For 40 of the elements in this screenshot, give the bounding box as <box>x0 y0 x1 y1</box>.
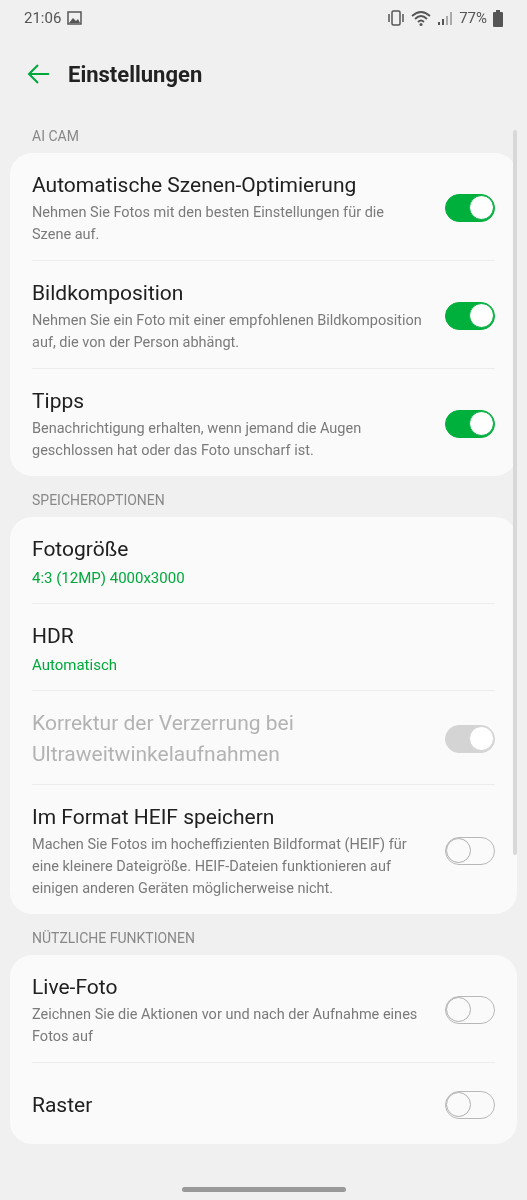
image-icon <box>67 11 83 25</box>
wifi-icon <box>411 10 432 26</box>
setting-description: Zeichnen Sie die Aktionen vor und nach der Aufnahme eines Fotos auf <box>32 1005 419 1047</box>
page-title: Einstellungen <box>68 61 203 87</box>
setting-description: Nehmen Sie ein Foto mit einer empfohlenen Bildkomposition auf, die von der Person abhängt. <box>32 311 423 353</box>
section-header: SPEICHEROPTIONEN <box>31 491 166 510</box>
toggle-setting-row[interactable]: Raster <box>32 1062 495 1144</box>
setting-title: Im Format HEIF speichern <box>32 804 276 831</box>
setting-row[interactable]: HDR Automatisch <box>32 603 495 690</box>
toggle-setting-row[interactable]: Bildkomposition Nehmen Sie ein Foto mit einer empfohlenen Bildkomposition auf, die von der Person abhängt. <box>32 260 495 368</box>
toggle-setting-row[interactable]: Tipps Benachrichtigung erhalten, wenn jemand die Augen geschlossen hat oder das Foto unscharf ist. <box>32 368 495 476</box>
vibrate-icon <box>387 10 406 26</box>
setting-title: Automatische Szenen-Optimierung <box>32 172 358 199</box>
toggle-switch[interactable] <box>445 194 495 222</box>
setting-description: Nehmen Sie Fotos mit den besten Einstellungen für die Szene auf. <box>32 203 386 245</box>
setting-value: Automatisch <box>32 655 118 676</box>
setting-value: 4:3 (12MP) 4000x3000 <box>32 568 186 589</box>
signal-icon <box>437 10 454 26</box>
toggle-setting-row[interactable]: Im Format HEIF speichern Machen Sie Fotos im hocheffizienten Bildformat (HEIF) für eine kleinere Dateigröße. HEIF-Dateien funktionieren auf einigen anderen Geräten möglicherweise nicht. <box>32 784 495 914</box>
setting-title: HDR <box>32 623 75 650</box>
battery-icon <box>493 9 503 27</box>
home-indicator[interactable] <box>182 1187 346 1192</box>
setting-description: Benachrichtigung erhalten, wenn jemand die Augen geschlossen hat oder das Foto unscharf ist. <box>32 419 363 461</box>
toggle-switch[interactable] <box>445 302 495 330</box>
status-time: 21:06 <box>24 9 62 27</box>
setting-title: Bildkomposition <box>32 280 185 307</box>
setting-title: Fotogröße <box>32 536 130 563</box>
section-header: AI CAM <box>31 127 80 146</box>
toggle-switch[interactable] <box>445 410 495 438</box>
setting-row[interactable]: Fotogröße 4:3 (12MP) 4000x3000 <box>32 517 495 603</box>
setting-title: Raster <box>32 1091 94 1119</box>
setting-title: Korrektur der Verzerrung bei Ultraweitwinkelaufnahmen <box>32 710 295 768</box>
back-icon[interactable] <box>27 62 51 86</box>
toggle-setting-row[interactable]: Live-Foto Zeichnen Sie die Aktionen vor und nach der Aufnahme eines Fotos auf <box>32 955 495 1062</box>
setting-title: Live-Foto <box>32 974 119 1001</box>
setting-title: Tipps <box>32 388 86 415</box>
battery-percent: 77% <box>459 9 487 27</box>
toggle-setting-row[interactable]: Automatische Szenen-Optimierung Nehmen Sie Fotos mit den besten Einstellungen für die Szene auf. <box>32 153 495 260</box>
section-header: NÜTZLICHE FUNKTIONEN <box>31 929 196 948</box>
setting-description: Machen Sie Fotos im hocheffizienten Bildformat (HEIF) für eine kleinere Dateigröße. HEIF-Dateien funktionieren auf einigen anderen Geräten möglicherweise nicht. <box>32 835 408 899</box>
